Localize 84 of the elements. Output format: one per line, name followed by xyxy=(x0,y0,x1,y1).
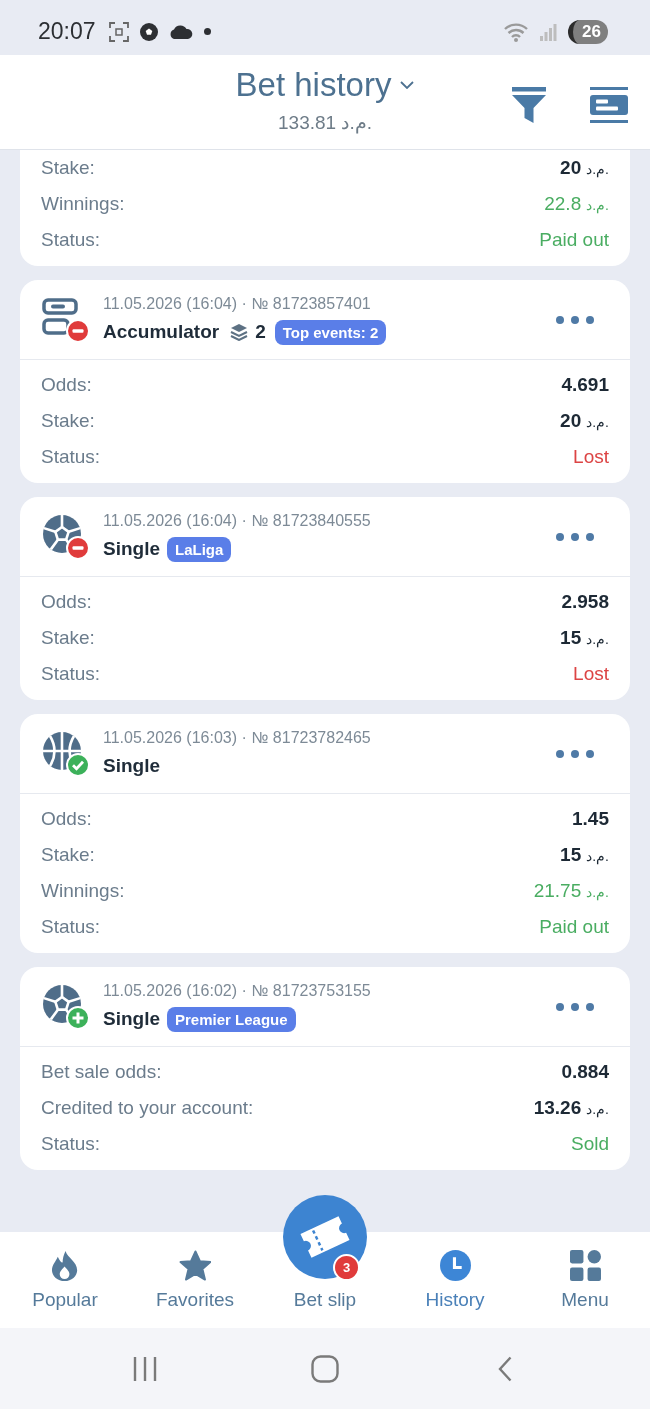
field-label: Status: xyxy=(41,229,101,251)
field-value: 13.26 xyxy=(533,1097,582,1119)
bet-date: 11.05.2026 (16:03) · № 81723782465 xyxy=(103,728,371,748)
nav-tab[interactable]: Popular xyxy=(32,1250,98,1313)
field-value: Paid out xyxy=(539,229,609,251)
field-value: 15 xyxy=(560,844,582,866)
layers-icon xyxy=(230,323,249,341)
field-label: Stake: xyxy=(41,627,95,649)
chevron-down-icon xyxy=(400,81,415,89)
nav-tab[interactable]: History xyxy=(425,1250,485,1313)
minus-badge-icon xyxy=(66,535,90,560)
frame-icon xyxy=(108,21,129,42)
event-tag: Top events: 2 xyxy=(274,319,387,345)
field-label: Odds: xyxy=(41,591,92,613)
field-value: 0.884 xyxy=(561,1061,609,1083)
selection-count: 2 xyxy=(255,321,266,343)
field-label: Winnings: xyxy=(41,880,125,902)
bet-date: 11.05.2026 (16:04) · № 81723840555 xyxy=(103,511,371,531)
signal-icon xyxy=(540,22,558,41)
field-value: 4.691 xyxy=(561,374,609,396)
dot-icon xyxy=(203,28,211,35)
bet-type: Single xyxy=(103,754,160,778)
filter-icon[interactable] xyxy=(512,87,546,123)
bet-date: 11.05.2026 (16:04) · № 81723857401 xyxy=(103,294,372,314)
currency-label: د.م. xyxy=(586,161,609,177)
event-tag: Premier League xyxy=(167,1006,296,1032)
currency-label: د.م. xyxy=(586,414,609,430)
soccer-ball-icon xyxy=(139,22,158,41)
more-icon[interactable] xyxy=(556,749,594,758)
event-tag: LaLiga xyxy=(167,536,232,562)
field-label: Stake: xyxy=(41,157,95,179)
field-label: Status: xyxy=(41,446,101,468)
cloud-icon xyxy=(168,24,193,39)
field-label: Odds: xyxy=(41,808,92,830)
more-icon[interactable] xyxy=(556,315,594,324)
field-label: Credited to your account: xyxy=(41,1097,254,1119)
field-label: Status: xyxy=(41,663,101,685)
field-label: Stake: xyxy=(41,844,95,866)
recents-icon[interactable] xyxy=(132,1355,158,1382)
field-value: Sold xyxy=(570,1133,609,1155)
currency-label: د.م. xyxy=(586,848,609,864)
star-icon xyxy=(178,1250,212,1281)
nav-tab[interactable]: Favorites xyxy=(155,1250,235,1313)
bet-date: 11.05.2026 (16:02) · № 81723753155 xyxy=(103,981,371,1001)
field-value: 21.75 xyxy=(533,880,582,902)
currency-label: د.م. xyxy=(586,1101,609,1117)
field-value: 20 xyxy=(560,157,582,179)
nav-tab[interactable]: Menu xyxy=(561,1250,609,1313)
battery-level: 26 xyxy=(568,19,608,44)
field-label: Odds: xyxy=(41,374,92,396)
back-icon[interactable] xyxy=(498,1355,512,1382)
field-value: 2.958 xyxy=(561,591,609,613)
check-badge-icon xyxy=(66,752,90,777)
field-value: 22.8 xyxy=(544,193,582,215)
card-icon[interactable] xyxy=(590,87,628,123)
currency-label: د.م. xyxy=(586,884,609,900)
bet-type: Single xyxy=(103,1007,160,1031)
currency-label: د.م. xyxy=(586,631,609,647)
field-label: Stake: xyxy=(41,410,95,432)
field-value: 15 xyxy=(560,627,582,649)
field-value: Lost xyxy=(573,663,609,685)
flame-icon xyxy=(51,1250,79,1281)
clock-icon xyxy=(439,1250,471,1281)
currency-label: د.م. xyxy=(586,197,609,213)
balance-amount: 133.81 د.م. xyxy=(278,111,372,135)
more-icon[interactable] xyxy=(556,1002,594,1011)
wifi-icon xyxy=(503,21,530,42)
field-label: Bet sale odds: xyxy=(41,1061,162,1083)
minus-badge-icon xyxy=(66,318,90,343)
status-time: 20:07 xyxy=(38,18,96,45)
field-value: Lost xyxy=(573,446,609,468)
field-label: Status: xyxy=(41,1133,101,1155)
field-label: Status: xyxy=(41,916,101,938)
field-label: Winnings: xyxy=(41,193,125,215)
field-value: 20 xyxy=(560,410,582,432)
grid-icon xyxy=(569,1250,601,1281)
bet-type: Single xyxy=(103,537,160,561)
home-icon[interactable] xyxy=(311,1354,339,1383)
field-value: Paid out xyxy=(539,916,609,938)
more-icon[interactable] xyxy=(556,532,594,541)
bet-type: Accumulator xyxy=(103,320,220,344)
plus-badge-icon xyxy=(66,1005,90,1030)
field-value: 1.45 xyxy=(572,808,609,830)
title-dropdown[interactable]: Bet history xyxy=(235,67,415,103)
